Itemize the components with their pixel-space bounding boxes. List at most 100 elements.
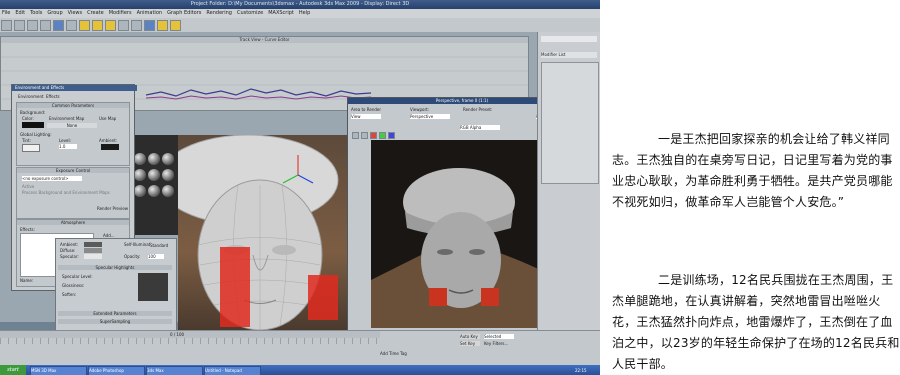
render-icon[interactable]: [170, 20, 181, 31]
select-region-icon[interactable]: [66, 20, 77, 31]
sample-sphere[interactable]: [148, 153, 160, 165]
sample-sphere[interactable]: [134, 153, 146, 165]
standard-button[interactable]: Standard: [150, 243, 169, 248]
level-spinner[interactable]: 1.0: [59, 144, 77, 149]
frame-counter: 0 / 100: [170, 332, 185, 337]
menu-item[interactable]: Help: [299, 10, 310, 16]
rendered-head: [371, 140, 551, 328]
move-icon[interactable]: [79, 20, 90, 31]
red-channel-icon[interactable]: [370, 132, 377, 139]
diffuse-swatch[interactable]: [84, 248, 102, 253]
screenshot-3dsmax: Project Folder: D:\My Documents\3dsmax -…: [0, 0, 600, 375]
tab-effects[interactable]: Effects: [46, 94, 60, 99]
use-map-checkbox[interactable]: Use Map: [99, 116, 116, 121]
tab-environment[interactable]: Environment: [18, 94, 44, 99]
selected-dropdown[interactable]: Selected: [484, 334, 514, 339]
global-lighting-label: Global Lighting:: [20, 132, 52, 137]
track-bar[interactable]: [0, 338, 380, 344]
channel-dropdown[interactable]: RGB Alpha: [460, 125, 500, 130]
copy-icon[interactable]: [361, 132, 368, 139]
taskbar: start MSN 3D Max Adobe Photoshop 3ds Max…: [0, 365, 600, 375]
modifier-list-dropdown[interactable]: Modifier List: [541, 52, 597, 58]
sample-sphere[interactable]: [162, 153, 174, 165]
common-params-rollout: Common Parameters Background: Color: Env…: [16, 102, 130, 166]
menu-item[interactable]: Edit: [15, 10, 25, 16]
background-label: Background:: [20, 110, 46, 115]
viewport-dropdown[interactable]: Perspective: [410, 114, 450, 119]
set-key-button[interactable]: Set Key: [460, 341, 480, 346]
env-map-button[interactable]: None: [47, 123, 97, 128]
sample-sphere[interactable]: [148, 185, 160, 197]
background-color-swatch[interactable]: [22, 122, 44, 128]
task-button[interactable]: Adobe Photoshop: [88, 366, 145, 375]
menu-item[interactable]: MAXScript: [268, 10, 294, 16]
main-toolbar: [0, 18, 600, 33]
menu-item[interactable]: Customize: [237, 10, 263, 16]
area-dropdown[interactable]: View: [351, 114, 381, 119]
specular-swatch[interactable]: [84, 254, 102, 259]
blue-channel-icon[interactable]: [388, 132, 395, 139]
supersampling-title: SuperSampling: [58, 319, 172, 324]
unlink-icon[interactable]: [40, 20, 51, 31]
save-icon[interactable]: [352, 132, 359, 139]
glossiness-label: Glossiness:: [62, 283, 85, 288]
render-toolbar: [351, 124, 451, 139]
perspective-viewport[interactable]: [157, 134, 348, 331]
menu-item[interactable]: Tools: [30, 10, 42, 16]
material-editor-params: Ambient: Diffuse: Specular: Self-Illumin…: [55, 238, 177, 340]
scale-icon[interactable]: [105, 20, 116, 31]
sample-sphere[interactable]: [148, 169, 160, 181]
window-title: Project Folder: D:\My Documents\3dsmax -…: [0, 0, 600, 9]
exposure-dropdown[interactable]: <no exposure control>: [22, 176, 82, 181]
render-preview-button[interactable]: Render Preview: [97, 206, 128, 211]
rotate-icon[interactable]: [92, 20, 103, 31]
menu-item[interactable]: Views: [68, 10, 82, 16]
ambient-swatch[interactable]: [84, 242, 102, 247]
task-button[interactable]: MSN 3D Max: [30, 366, 87, 375]
task-button[interactable]: Untitled - Notepad: [204, 366, 261, 375]
caption-paragraph-2: 二是训练场，12名民兵围拢在王杰周围，王杰单腿跪地，在认真讲解着，突然地雷冒出咝…: [612, 273, 900, 371]
add-time-tag-button[interactable]: Add Time Tag: [380, 351, 407, 356]
link-icon[interactable]: [27, 20, 38, 31]
specular-highlights-title: Specular Highlights: [58, 265, 172, 270]
render-setup-icon[interactable]: [157, 20, 168, 31]
ambient-label: Ambient:: [60, 242, 79, 247]
menu-item[interactable]: Group: [47, 10, 62, 16]
rendered-image: [371, 140, 551, 328]
object-name-field[interactable]: [541, 36, 597, 42]
menu-item[interactable]: Graph Editors: [167, 10, 201, 16]
ambient-swatch[interactable]: [101, 144, 119, 150]
process-bg-checkbox[interactable]: Process Background and Environment Maps: [22, 190, 110, 195]
start-button[interactable]: start: [0, 365, 26, 375]
material-editor-icon[interactable]: [144, 20, 155, 31]
align-icon[interactable]: [131, 20, 142, 31]
sample-sphere[interactable]: [162, 169, 174, 181]
mirror-icon[interactable]: [118, 20, 129, 31]
auto-key-button[interactable]: Auto Key: [460, 334, 480, 339]
menu-item[interactable]: Rendering: [206, 10, 232, 16]
task-button[interactable]: 3ds Max: [146, 366, 203, 375]
tint-swatch[interactable]: [22, 144, 40, 152]
green-channel-icon[interactable]: [379, 132, 386, 139]
menu-item[interactable]: Create: [87, 10, 104, 16]
sample-sphere[interactable]: [134, 169, 146, 181]
sample-sphere[interactable]: [134, 185, 146, 197]
environment-dialog-title: Environment and Effects: [12, 85, 137, 91]
undo-icon[interactable]: [1, 20, 12, 31]
opacity-spinner[interactable]: 100: [148, 254, 164, 259]
material-sample-slots[interactable]: [130, 135, 178, 235]
key-filters-button[interactable]: Key Filters...: [484, 341, 508, 346]
active-checkbox[interactable]: Active: [22, 184, 34, 189]
select-icon[interactable]: [53, 20, 64, 31]
redo-icon[interactable]: [14, 20, 25, 31]
sample-sphere[interactable]: [162, 185, 174, 197]
menu-item[interactable]: File: [2, 10, 10, 16]
area-to-render-label: Area to Render: [351, 107, 382, 112]
menu-item[interactable]: Animation: [137, 10, 163, 16]
time-slider[interactable]: 0 / 100: [0, 331, 380, 338]
viewport-label: Viewport:: [410, 107, 430, 112]
specular-level-label: Specular Level:: [62, 274, 93, 279]
menu-item[interactable]: Modifiers: [109, 10, 132, 16]
modifier-stack[interactable]: [541, 62, 599, 184]
opacity-label: Opacity:: [124, 254, 141, 259]
